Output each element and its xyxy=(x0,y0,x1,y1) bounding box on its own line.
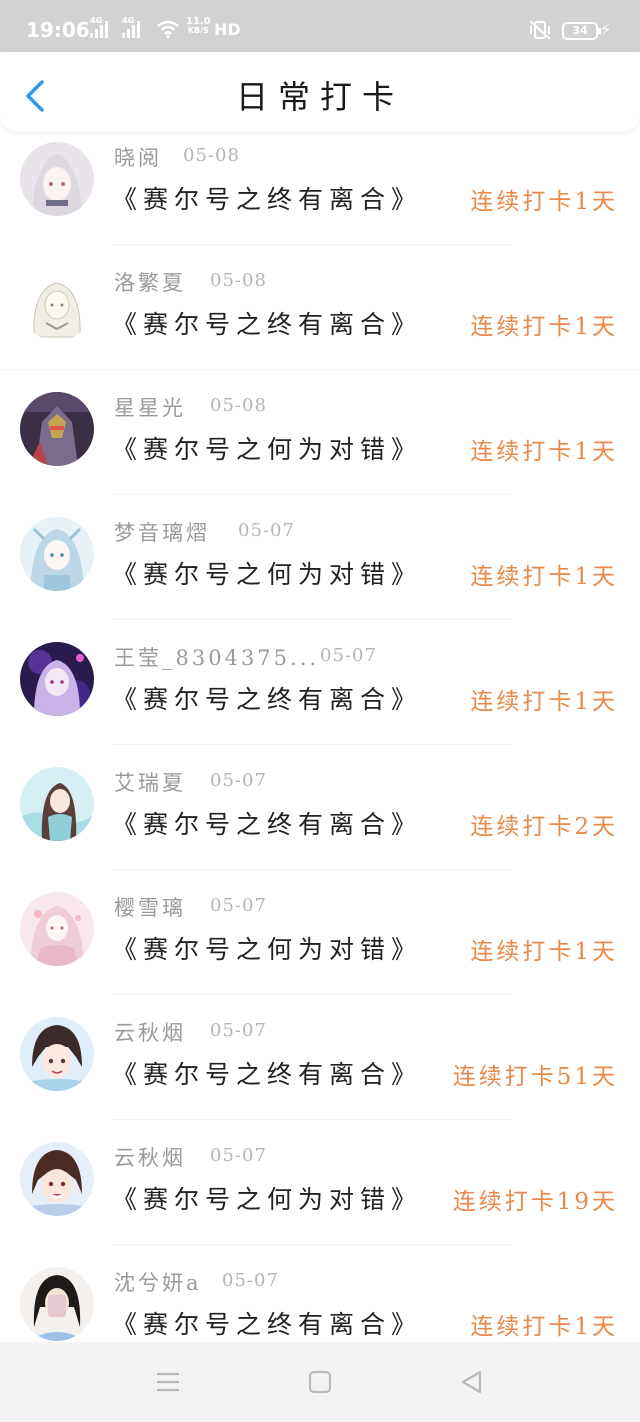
speed-unit: KB/S xyxy=(187,26,209,35)
square-home-icon xyxy=(308,1370,332,1394)
checkin-date: 05-07 xyxy=(238,520,295,541)
book-title[interactable]: 《赛尔号之终有离合》 xyxy=(112,1305,422,1341)
streak-label: 连续打卡1天 xyxy=(470,314,618,340)
list-item[interactable]: 樱雪璃 05-07 《赛尔号之何为对错》 连续打卡1天 xyxy=(0,870,640,995)
checkin-date: 05-08 xyxy=(210,270,267,291)
home-button[interactable] xyxy=(306,1368,334,1396)
book-title[interactable]: 《赛尔号之何为对错》 xyxy=(112,555,422,591)
page-title: 日常打卡 xyxy=(235,78,404,116)
network-type-label-2: 4G xyxy=(122,16,135,25)
streak-label: 连续打卡1天 xyxy=(470,189,618,215)
status-time: 19:06 xyxy=(26,18,90,42)
avatar[interactable] xyxy=(20,1017,94,1091)
network-speed: 11.0 KB/S xyxy=(186,17,211,36)
checkin-date: 05-07 xyxy=(210,895,267,916)
streak-label: 连续打卡1天 xyxy=(470,564,618,590)
menu-icon xyxy=(157,1372,179,1392)
system-nav-bar xyxy=(0,1342,640,1422)
book-title[interactable]: 《赛尔号之何为对错》 xyxy=(112,930,422,966)
username: 艾瑞夏 xyxy=(114,771,186,795)
avatar[interactable] xyxy=(20,267,94,341)
list-item[interactable]: 王莹_8304375... 05-07 《赛尔号之终有离合》 连续打卡1天 xyxy=(0,620,640,745)
username: 洛繁夏 xyxy=(114,271,186,295)
checkin-list: 晓阅 05-08 《赛尔号之终有离合》 连续打卡1天 洛繁夏 05-08 《赛尔… xyxy=(0,120,640,1370)
checkin-date: 05-07 xyxy=(210,1145,267,1166)
list-item[interactable]: 晓阅 05-08 《赛尔号之终有离合》 连续打卡1天 xyxy=(0,120,640,245)
book-title[interactable]: 《赛尔号之何为对错》 xyxy=(112,1180,422,1216)
list-item[interactable]: 洛繁夏 05-08 《赛尔号之终有离合》 连续打卡1天 xyxy=(0,245,640,370)
triangle-back-icon xyxy=(461,1370,482,1394)
streak-label: 连续打卡2天 xyxy=(470,814,618,840)
streak-label: 连续打卡51天 xyxy=(452,1064,618,1090)
username: 星星光 xyxy=(114,396,186,420)
list-item[interactable]: 云秋烟 05-07 《赛尔号之何为对错》 连续打卡19天 xyxy=(0,1120,640,1245)
username: 樱雪璃 xyxy=(114,896,186,920)
username: 沈兮妍a xyxy=(114,1271,202,1295)
vibrate-mute-icon xyxy=(529,20,551,40)
system-back-button[interactable] xyxy=(458,1368,486,1396)
list-item[interactable]: 梦音璃熠 05-07 《赛尔号之何为对错》 连续打卡1天 xyxy=(0,495,640,620)
streak-label: 连续打卡1天 xyxy=(470,689,618,715)
avatar[interactable] xyxy=(20,892,94,966)
checkin-date: 05-08 xyxy=(183,145,240,166)
streak-label: 连续打卡1天 xyxy=(470,439,618,465)
avatar[interactable] xyxy=(20,1142,94,1216)
username: 梦音璃熠 xyxy=(114,521,210,545)
charging-icon: ⚡ xyxy=(600,20,612,39)
avatar[interactable] xyxy=(20,642,94,716)
checkin-date: 05-07 xyxy=(222,1270,279,1291)
book-title[interactable]: 《赛尔号之终有离合》 xyxy=(112,180,422,216)
book-title[interactable]: 《赛尔号之何为对错》 xyxy=(112,430,422,466)
checkin-date: 05-08 xyxy=(210,395,267,416)
book-title[interactable]: 《赛尔号之终有离合》 xyxy=(112,680,422,716)
signal-icon: 4G xyxy=(90,16,112,38)
streak-label: 连续打卡1天 xyxy=(470,939,618,965)
hd-indicator: HD xyxy=(214,20,241,39)
wifi-icon xyxy=(157,20,179,38)
avatar[interactable] xyxy=(20,392,94,466)
checkin-date: 05-07 xyxy=(210,770,267,791)
streak-label: 连续打卡19天 xyxy=(452,1189,618,1215)
streak-label: 连续打卡1天 xyxy=(470,1314,618,1340)
signal-icon-2: 4G xyxy=(122,16,144,38)
battery-indicator: 34 xyxy=(562,22,601,40)
page-header: 日常打卡 xyxy=(0,52,640,132)
status-bar: 19:06 4G 4G 11.0 KB/S HD 34 ⚡ xyxy=(0,0,640,52)
list-item[interactable]: 云秋烟 05-07 《赛尔号之终有离合》 连续打卡51天 xyxy=(0,995,640,1120)
book-title[interactable]: 《赛尔号之终有离合》 xyxy=(112,305,422,341)
username: 云秋烟 xyxy=(114,1021,186,1045)
list-item[interactable]: 星星光 05-08 《赛尔号之何为对错》 连续打卡1天 xyxy=(0,370,640,495)
checkin-date: 05-07 xyxy=(320,645,377,666)
username: 晓阅 xyxy=(114,146,162,170)
avatar[interactable] xyxy=(20,517,94,591)
menu-button[interactable] xyxy=(154,1368,182,1396)
avatar[interactable] xyxy=(20,142,94,216)
username: 王莹_8304375... xyxy=(114,646,320,670)
avatar[interactable] xyxy=(20,767,94,841)
username: 云秋烟 xyxy=(114,1146,186,1170)
network-type-label: 4G xyxy=(90,16,103,25)
avatar[interactable] xyxy=(20,1267,94,1341)
list-item[interactable]: 艾瑞夏 05-07 《赛尔号之终有离合》 连续打卡2天 xyxy=(0,745,640,870)
book-title[interactable]: 《赛尔号之终有离合》 xyxy=(112,805,422,841)
checkin-date: 05-07 xyxy=(210,1020,267,1041)
book-title[interactable]: 《赛尔号之终有离合》 xyxy=(112,1055,422,1091)
